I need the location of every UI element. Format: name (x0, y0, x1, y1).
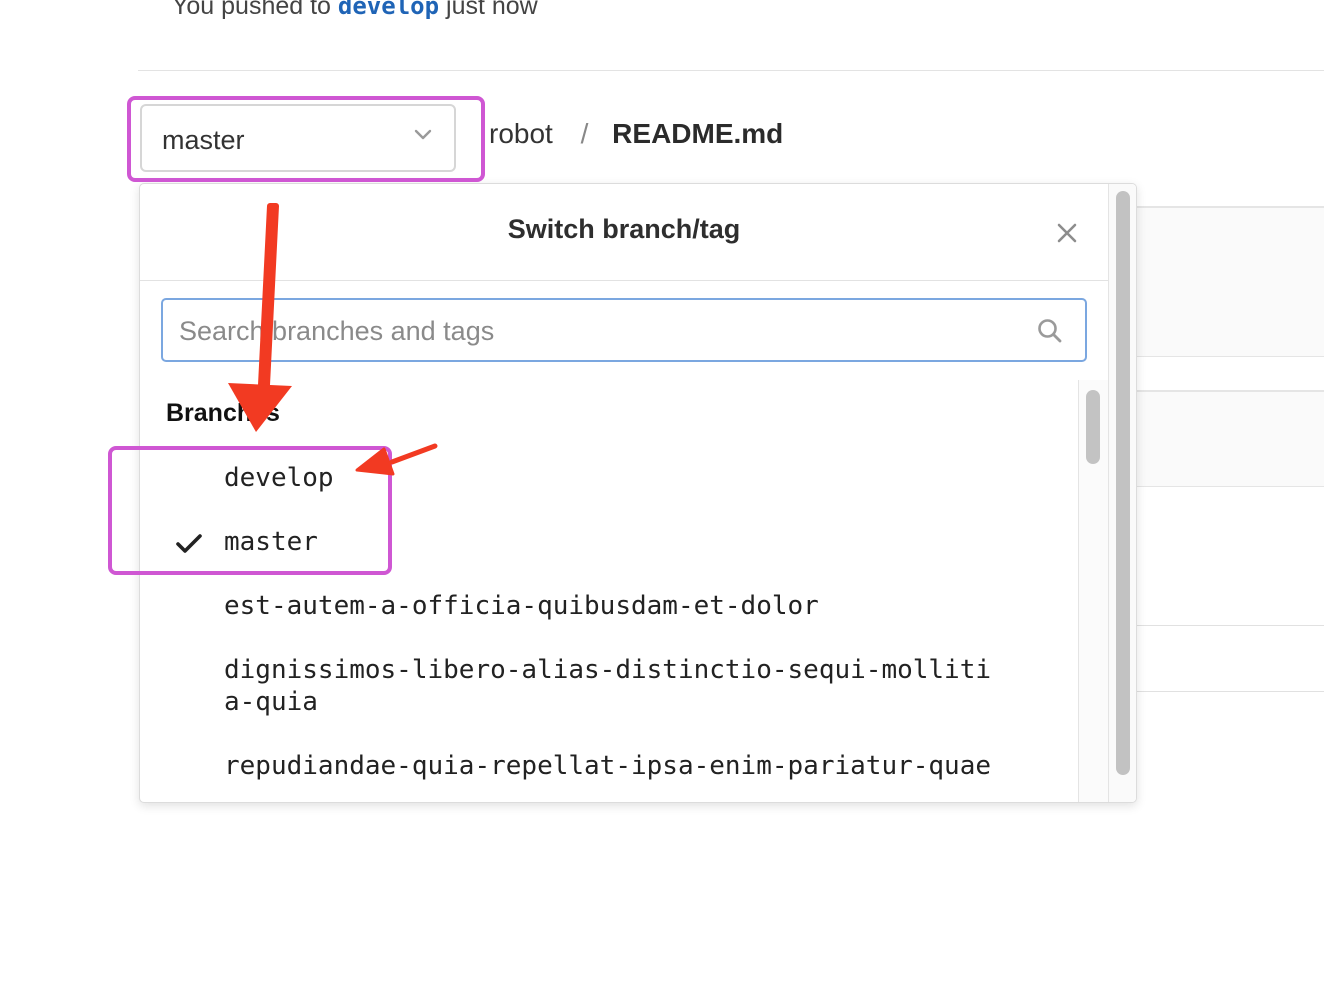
arrow-down-icon (228, 203, 292, 432)
annotation-arrows (228, 203, 438, 476)
arrow-left-icon (355, 443, 438, 476)
